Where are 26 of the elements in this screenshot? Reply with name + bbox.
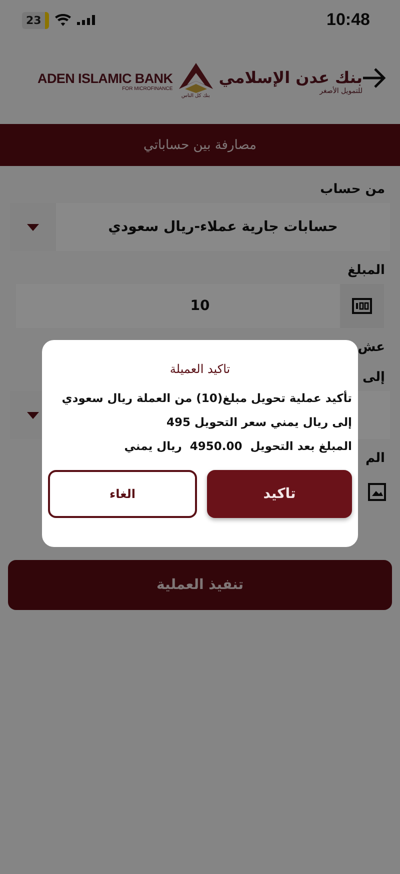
confirm-button[interactable]: تاكيد [207, 470, 352, 518]
caret-icon [27, 412, 39, 418]
field-label: المبلغ [346, 262, 386, 280]
bank-name: بنك عدن الإسلامي [218, 68, 362, 86]
page-title: مصارفة بين حساباتي [0, 124, 400, 166]
field-label: إلى [362, 369, 386, 387]
converted-amount: المبلغ بعد التحويل 4950.00 ريال يمني [123, 438, 352, 455]
cancel-button[interactable]: الغاء [48, 470, 197, 518]
amount-value: 10 [189, 297, 211, 316]
logo-icon [178, 63, 213, 93]
wifi-icon [55, 14, 72, 26]
field-label: عش [356, 339, 386, 357]
dialog-message: تأكيد عملية تحويل مبلغ(10) من العملة ريال سعودي إلى ريال يمني سعر التحويل 495 [60, 390, 352, 431]
attachment-icon[interactable] [368, 483, 386, 501]
back-arrow-icon[interactable] [362, 68, 386, 88]
clock: 10:48 [326, 10, 370, 30]
caret-icon [27, 224, 39, 230]
banknote-icon [352, 298, 372, 314]
field-label: الم [364, 450, 386, 468]
execute-button[interactable]: تنفيذ العملية [8, 560, 392, 610]
dialog-title: تاكيد العميلة [170, 362, 230, 376]
amount-field[interactable]: 10 [16, 284, 384, 328]
signal-icon [77, 15, 96, 25]
field-label: من حساب [319, 181, 386, 199]
battery-level: 23 [22, 12, 50, 28]
bank-name: ADEN ISLAMIC BANK [38, 70, 173, 86]
